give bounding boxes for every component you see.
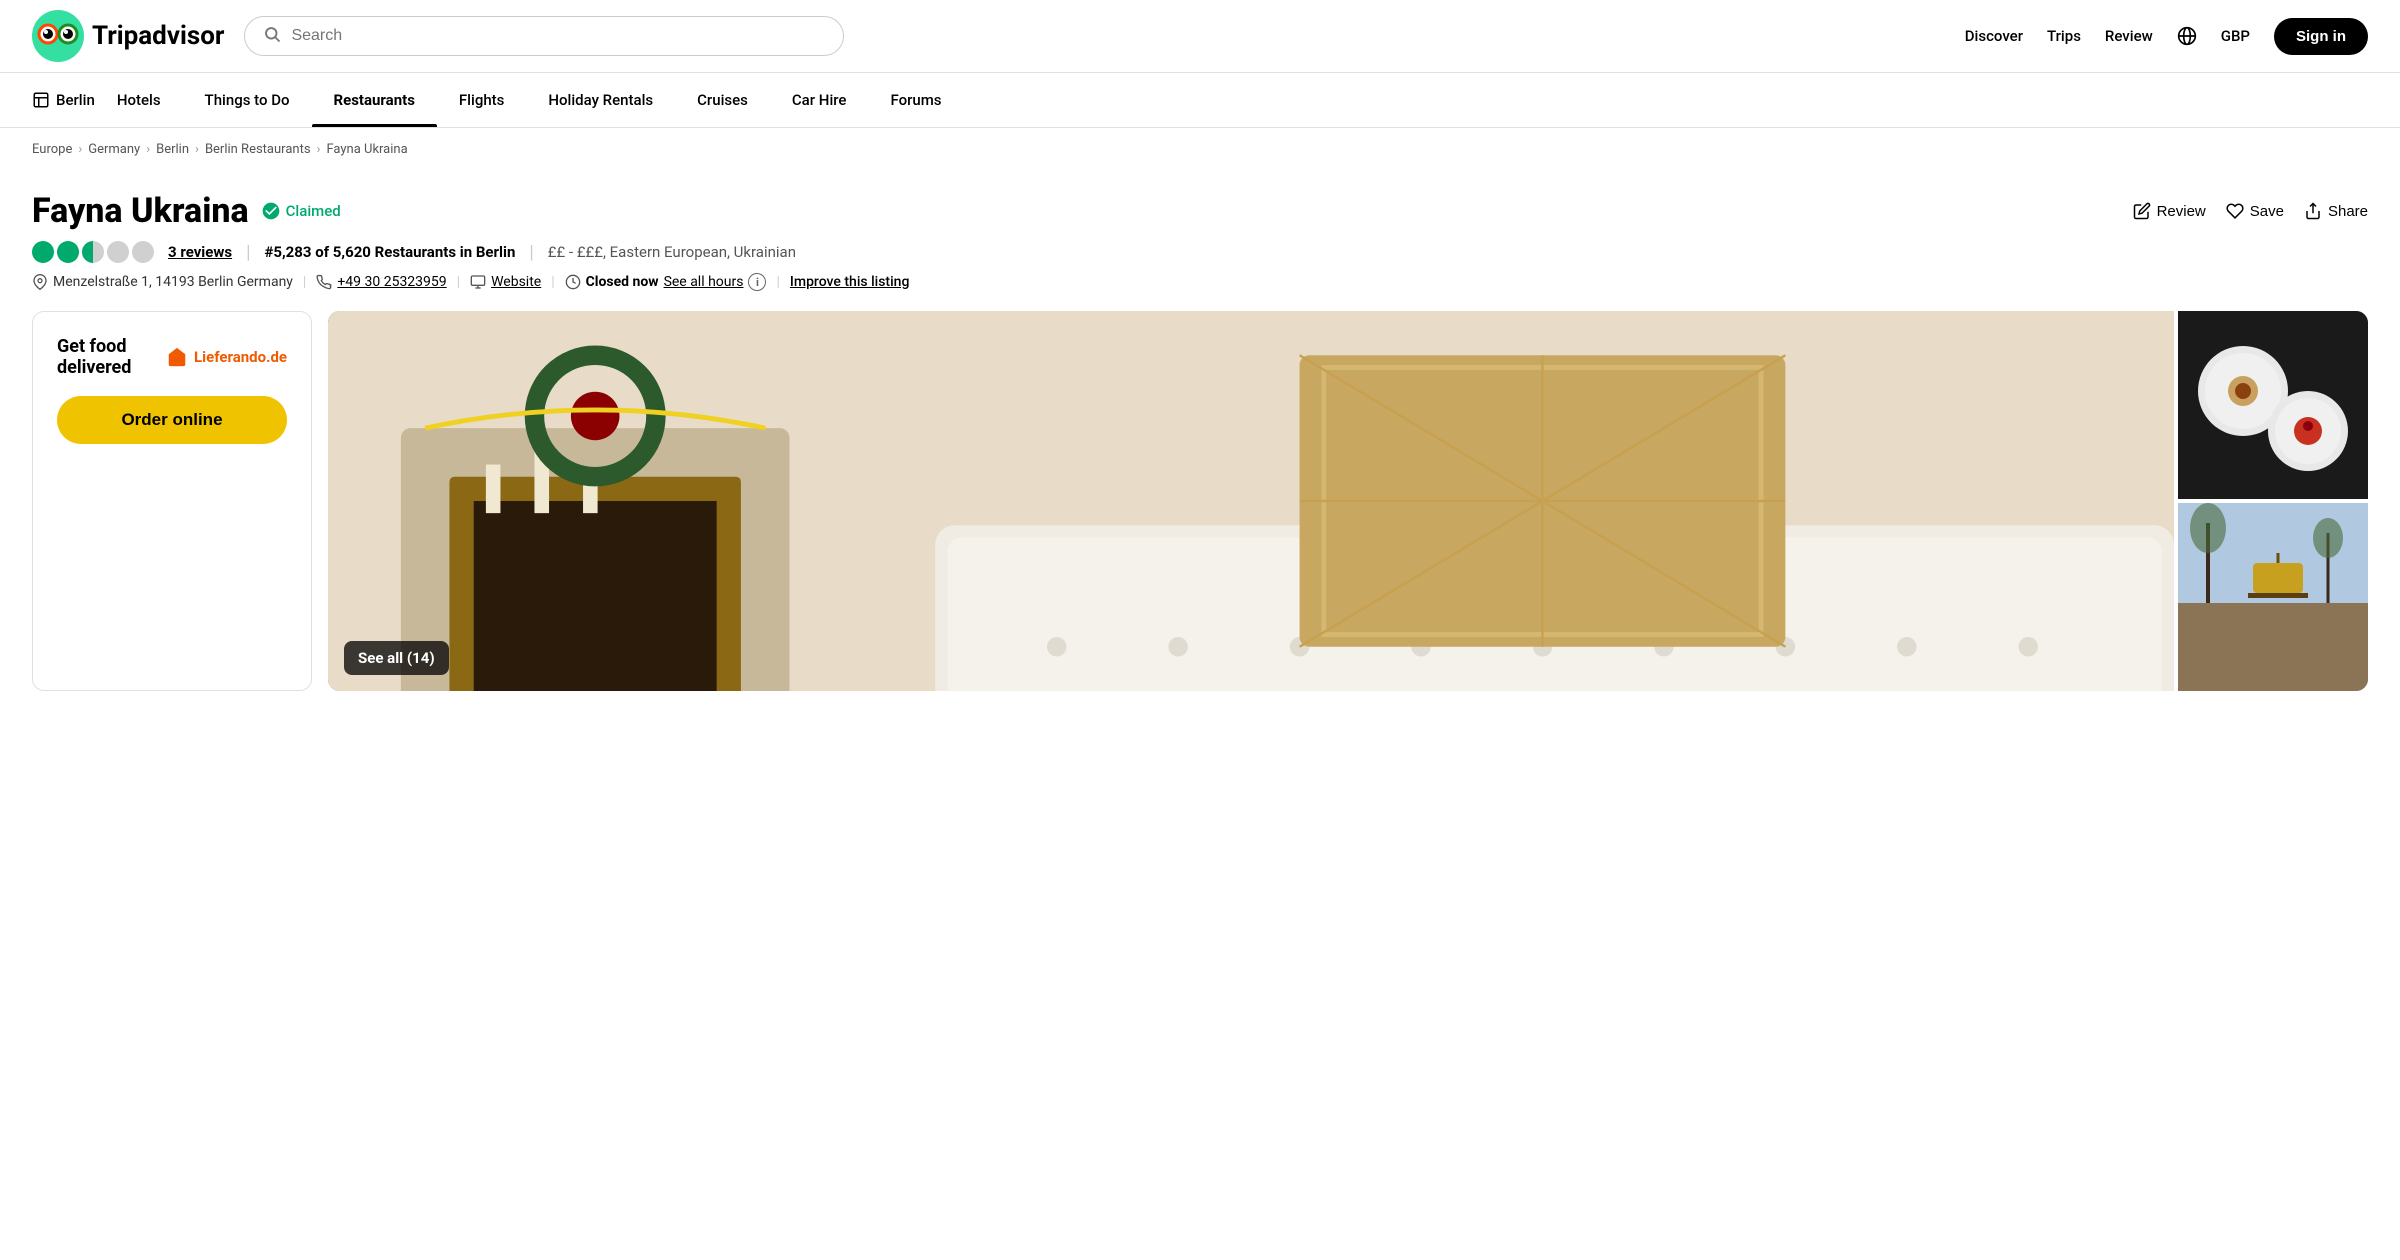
rating-row: 3 reviews | #5,283 of 5,620 Restaurants … — [32, 241, 2368, 263]
delivery-card: Get food delivered Lieferando.de Order o… — [32, 311, 312, 691]
subnav-flights[interactable]: Flights — [437, 73, 526, 127]
subnav-holiday-rentals[interactable]: Holiday Rentals — [526, 73, 675, 127]
search-bar[interactable] — [244, 16, 844, 56]
delivery-title: Get food delivered — [57, 336, 166, 378]
currency-selector[interactable]: GBP — [2221, 27, 2250, 45]
photo-area: See all (14) — [328, 311, 2368, 691]
title-row: Fayna Ukraina Claimed Review Save Share — [32, 191, 2368, 231]
star-1 — [32, 241, 54, 263]
lieferando-text: Lieferando.de — [194, 348, 287, 366]
main-photo[interactable]: See all (14) — [328, 311, 2174, 691]
breadcrumb-germany[interactable]: Germany — [88, 142, 140, 157]
share-button[interactable]: Share — [2304, 202, 2368, 220]
info-row: Menzelstraße 1, 14193 Berlin Germany | +… — [32, 273, 2368, 291]
sub-nav: Berlin Hotels Things to Do Restaurants F… — [0, 73, 2400, 128]
main-photo-inner — [328, 311, 2174, 691]
search-icon — [263, 25, 281, 47]
lieferando-logo: Lieferando.de — [166, 346, 287, 368]
globe-button[interactable] — [2177, 26, 2197, 46]
phone-number[interactable]: +49 30 25323959 — [337, 274, 446, 290]
star-2 — [57, 241, 79, 263]
star-4 — [107, 241, 129, 263]
title-actions: Review Save Share — [2133, 202, 2368, 220]
subnav-forums[interactable]: Forums — [868, 73, 963, 127]
search-input[interactable] — [291, 27, 825, 45]
content-grid: Get food delivered Lieferando.de Order o… — [32, 311, 2368, 691]
breadcrumb-europe[interactable]: Europe — [32, 142, 72, 157]
status-text: Closed now — [586, 274, 659, 290]
star-rating — [32, 241, 154, 263]
side-photos — [2178, 311, 2368, 691]
location-selector[interactable]: Berlin — [32, 73, 95, 127]
sign-in-button[interactable]: Sign in — [2274, 18, 2368, 55]
hours-item: Closed now See all hours i — [565, 273, 767, 291]
subnav-hotels[interactable]: Hotels — [95, 73, 183, 127]
star-3 — [82, 241, 104, 263]
see-all-hours[interactable]: See all hours — [664, 274, 744, 290]
side-photo-food[interactable] — [2178, 311, 2368, 499]
side-photo-exterior[interactable] — [2178, 503, 2368, 691]
subnav-car-hire[interactable]: Car Hire — [770, 73, 869, 127]
subnav-cruises[interactable]: Cruises — [675, 73, 770, 127]
reviews-count[interactable]: 3 reviews — [168, 243, 232, 261]
order-online-button[interactable]: Order online — [57, 396, 287, 444]
address-item: Menzelstraße 1, 14193 Berlin Germany — [32, 274, 293, 290]
logo-text: Tripadvisor — [92, 21, 224, 51]
pricing-categories: ££ - £££, Eastern European, Ukrainian — [548, 243, 796, 261]
nav-discover[interactable]: Discover — [1965, 27, 2023, 45]
nav-trips[interactable]: Trips — [2047, 27, 2081, 45]
see-all-photos[interactable]: See all (14) — [344, 641, 449, 675]
address-text: Menzelstraße 1, 14193 Berlin Germany — [53, 274, 293, 290]
breadcrumb-berlin-restaurants[interactable]: Berlin Restaurants — [205, 142, 311, 157]
main-content: Fayna Ukraina Claimed Review Save Share — [0, 171, 2400, 711]
phone-item: +49 30 25323959 — [316, 274, 446, 290]
breadcrumb-berlin[interactable]: Berlin — [156, 142, 189, 157]
breadcrumb: Europe › Germany › Berlin › Berlin Resta… — [0, 128, 2400, 171]
restaurant-name: Fayna Ukraina — [32, 191, 249, 231]
location-label: Berlin — [56, 91, 95, 109]
claimed-badge: Claimed — [261, 201, 341, 221]
improve-listing-link[interactable]: Improve this listing — [790, 274, 909, 290]
subnav-things-to-do[interactable]: Things to Do — [183, 73, 312, 127]
breadcrumb-current: Fayna Ukraina — [326, 142, 407, 157]
logo[interactable]: Tripadvisor — [32, 10, 224, 62]
claimed-text: Claimed — [286, 202, 341, 220]
website-link[interactable]: Website — [491, 274, 541, 290]
info-icon[interactable]: i — [748, 273, 766, 291]
review-button[interactable]: Review — [2133, 202, 2206, 220]
delivery-header: Get food delivered Lieferando.de — [57, 336, 287, 378]
save-button[interactable]: Save — [2226, 202, 2284, 220]
ranking: #5,283 of 5,620 Restaurants in Berlin — [265, 243, 516, 261]
subnav-restaurants[interactable]: Restaurants — [312, 73, 437, 127]
website-item[interactable]: Website — [470, 274, 541, 290]
header: Tripadvisor Discover Trips Review GBP Si… — [0, 0, 2400, 73]
header-nav: Discover Trips Review GBP Sign in — [1965, 18, 2368, 55]
nav-review[interactable]: Review — [2105, 27, 2153, 45]
star-5 — [132, 241, 154, 263]
title-left: Fayna Ukraina Claimed — [32, 191, 341, 231]
